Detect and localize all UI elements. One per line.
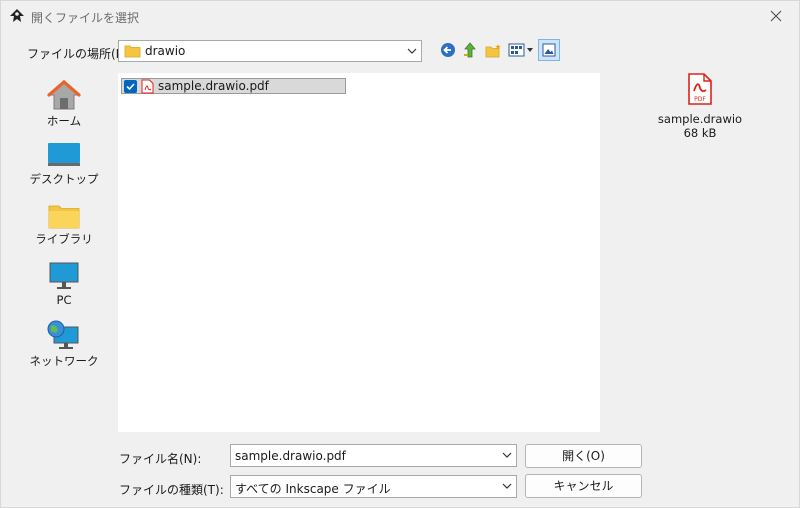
place-network[interactable]: ネットワーク (18, 319, 110, 369)
check-icon (126, 83, 135, 91)
place-label: ネットワーク (29, 354, 99, 368)
home-icon (47, 79, 81, 110)
new-folder-icon (485, 43, 501, 57)
inkscape-app-icon (9, 8, 25, 24)
back-arrow-icon (441, 43, 455, 57)
filename-value: sample.drawio.pdf (235, 449, 346, 463)
new-folder-button[interactable] (482, 39, 504, 61)
preview-toggle-button[interactable] (538, 39, 560, 61)
chevron-down-icon (502, 452, 512, 458)
picture-icon (542, 43, 556, 57)
pdf-file-icon: PDF (688, 73, 712, 105)
folder-icon (124, 45, 141, 58)
place-pc[interactable]: PC (18, 261, 110, 307)
look-in-combobox[interactable]: drawio (118, 40, 422, 62)
place-library[interactable]: ライブラリ (18, 203, 110, 247)
title-bar[interactable]: 開くファイルを選択 (1, 1, 799, 31)
up-arrow-icon (464, 42, 476, 58)
place-home[interactable]: ホーム (18, 79, 110, 129)
place-label: ライブラリ (35, 232, 93, 246)
open-button[interactable]: 開く(O) (525, 444, 642, 468)
pc-monitor-icon (49, 262, 79, 289)
filetype-value: すべての Inkscape ファイル (235, 482, 391, 496)
pdf-badge-text: PDF (694, 96, 706, 103)
back-button[interactable] (437, 39, 459, 61)
file-name: sample.drawio.pdf (158, 79, 269, 93)
network-globe-icon (47, 320, 79, 349)
chevron-down-icon (407, 48, 417, 54)
file-open-dialog: 開くファイルを選択 ファイルの場所(I): drawio ホーム デスクトップ (0, 0, 800, 508)
library-folder-icon (48, 205, 80, 229)
filename-combobox[interactable]: sample.drawio.pdf (230, 444, 517, 467)
file-list[interactable]: sample.drawio.pdf (118, 73, 600, 432)
place-label: デスクトップ (29, 172, 99, 186)
preview-pane: PDF sample.drawio 68 kB (641, 73, 759, 140)
preview-file-size: 68 kB (683, 126, 717, 140)
selection-checkbox[interactable] (124, 80, 137, 93)
place-label: ホーム (46, 114, 82, 128)
look-in-label: ファイルの場所(I): (27, 47, 128, 61)
window-title: 開くファイルを選択 (31, 11, 140, 25)
place-label: PC (56, 293, 72, 307)
up-folder-button[interactable] (459, 39, 481, 61)
place-desktop[interactable]: デスクトップ (18, 141, 110, 187)
close-button[interactable] (753, 1, 799, 31)
list-view-icon (508, 43, 533, 57)
filetype-combobox[interactable]: すべての Inkscape ファイル (230, 475, 517, 498)
chevron-down-icon (502, 483, 512, 489)
view-menu-button[interactable] (507, 39, 535, 61)
filetype-label: ファイルの種類(T): (119, 483, 224, 497)
desktop-icon (48, 143, 80, 166)
preview-file-name: sample.drawio (657, 112, 743, 126)
cancel-button[interactable]: キャンセル (525, 474, 642, 498)
look-in-value: drawio (145, 44, 186, 58)
close-icon (770, 10, 782, 22)
pdf-file-icon (141, 79, 154, 94)
file-row[interactable]: sample.drawio.pdf (121, 78, 346, 94)
filename-label: ファイル名(N): (119, 452, 202, 466)
places-sidebar: ホーム デスクトップ ライブラリ PC ネットワーク (18, 73, 110, 433)
